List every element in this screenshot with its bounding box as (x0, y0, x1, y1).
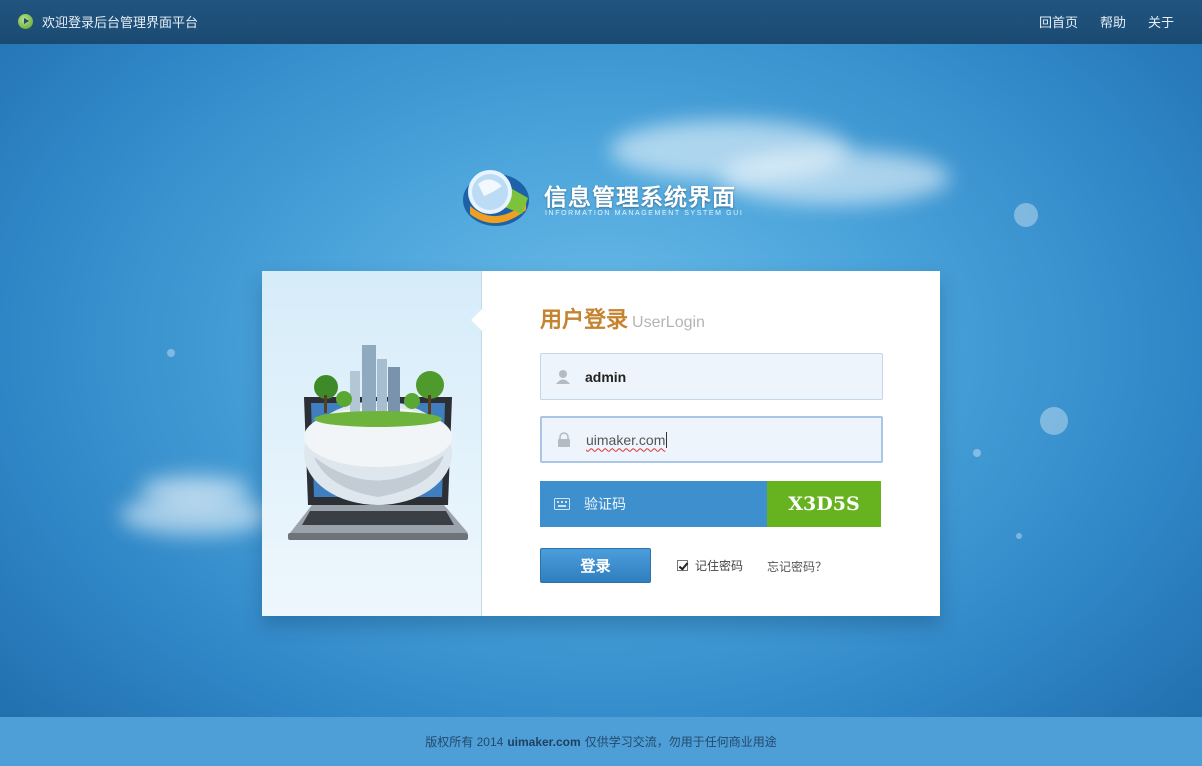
login-button[interactable]: 登录 (540, 548, 651, 583)
footer: 版权所有 2014 uimaker.com 仅供学习交流，勿用于任何商业用途 (0, 717, 1202, 766)
footer-prefix: 版权所有 2014 (425, 735, 504, 749)
bubble-decoration (167, 349, 175, 357)
remember-checkbox[interactable] (677, 560, 688, 571)
bubble-decoration (973, 449, 981, 457)
top-bar: 欢迎登录后台管理界面平台 回首页 帮助 关于 (0, 0, 1202, 44)
username-field[interactable]: admin (540, 353, 883, 400)
nav-about-link[interactable]: 关于 (1148, 12, 1174, 31)
app-title: 信息管理系统界面 (544, 184, 736, 210)
remember-label: 记住密码 (695, 559, 744, 573)
password-field[interactable]: uimaker.com (540, 416, 883, 463)
lock-icon (542, 418, 586, 461)
play-icon (18, 14, 33, 29)
password-value: uimaker.com (586, 431, 666, 448)
laptop-city-illustration (288, 345, 468, 540)
panel-notch (471, 309, 482, 331)
login-heading-en: UserLogin (632, 314, 705, 331)
forgot-password-link[interactable]: 忘记密码？ (767, 558, 827, 575)
bubble-decoration (1040, 407, 1068, 435)
top-nav: 回首页 帮助 关于 (1017, 12, 1174, 31)
captcha-input[interactable]: 验证码 (540, 481, 767, 527)
illustration-panel (262, 271, 482, 616)
bubble-decoration (1014, 203, 1038, 227)
nav-help-link[interactable]: 帮助 (1100, 12, 1126, 31)
footer-site: uimaker.com (507, 734, 581, 749)
remember-password[interactable]: 记住密码 (677, 557, 743, 574)
cloud-decoration (140, 475, 250, 505)
app-logo: 信息管理系统界面 INFORMATION MANAGEMENT SYSTEM G… (460, 160, 760, 230)
globe-logo-icon (463, 170, 529, 226)
keyboard-icon (540, 481, 584, 527)
footer-suffix: 仅供学习交流，勿用于任何商业用途 (584, 735, 777, 749)
username-value: admin (585, 368, 627, 385)
welcome-text: 欢迎登录后台管理界面平台 (42, 15, 199, 30)
app-subtitle: INFORMATION MANAGEMENT SYSTEM GUI (545, 210, 744, 217)
user-icon (541, 354, 585, 399)
login-heading: 用户登录 UserLogin (540, 302, 705, 334)
welcome-message: 欢迎登录后台管理界面平台 (18, 12, 198, 31)
login-form: 用户登录 UserLogin admin uimaker.com 验证码 X3D… (482, 271, 940, 616)
nav-home-link[interactable]: 回首页 (1039, 12, 1078, 31)
text-cursor (666, 431, 668, 448)
login-panel: 用户登录 UserLogin admin uimaker.com 验证码 X3D… (262, 271, 940, 616)
captcha-image[interactable]: X3D5S (767, 481, 881, 527)
login-heading-cn: 用户登录 (540, 307, 629, 332)
captcha-placeholder: 验证码 (584, 496, 626, 512)
captcha-row: 验证码 X3D5S (540, 481, 881, 527)
bubble-decoration (1016, 533, 1022, 539)
